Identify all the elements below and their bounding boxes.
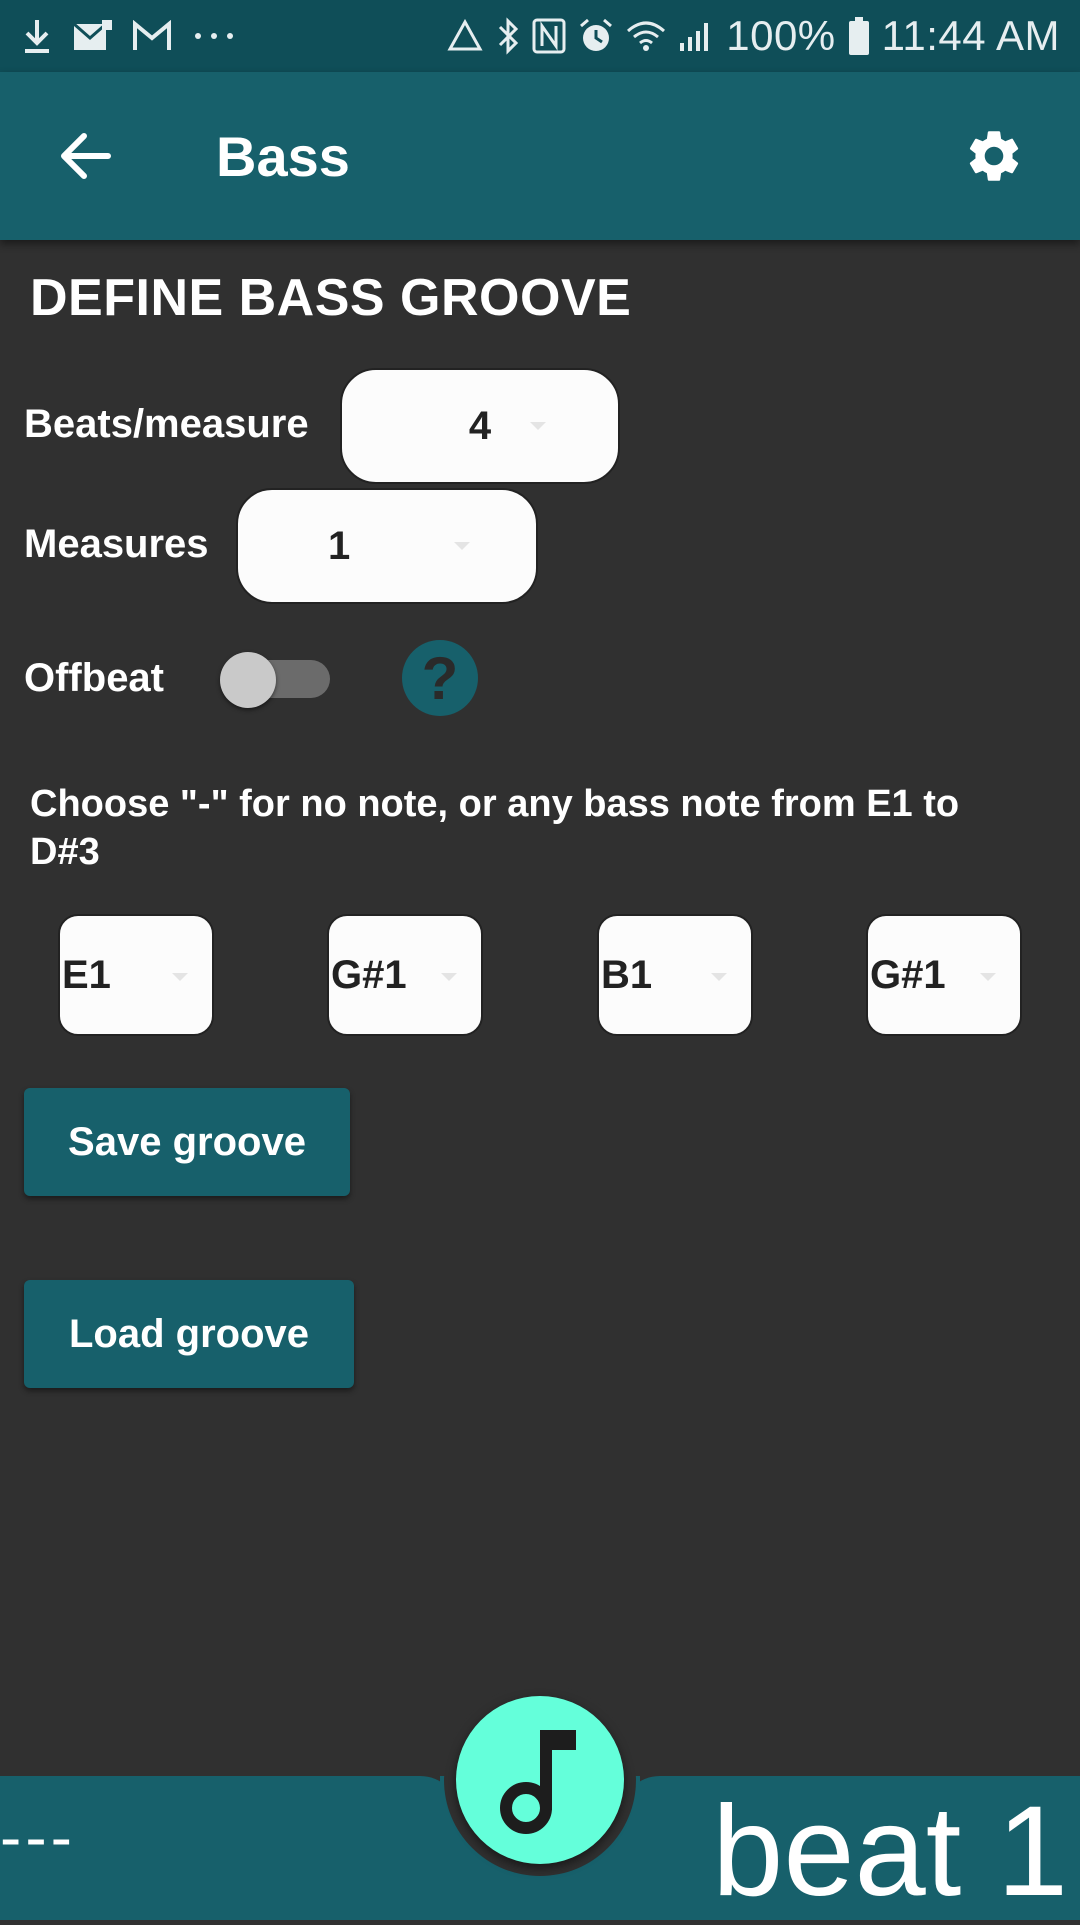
toggle-thumb xyxy=(220,652,276,708)
bluetooth-icon xyxy=(496,17,520,55)
beats-select[interactable]: 4 xyxy=(340,368,620,484)
gmail-icon xyxy=(132,20,172,52)
nfc-icon xyxy=(532,18,566,54)
more-dots-icon xyxy=(192,30,236,42)
note-select-3[interactable]: B1 xyxy=(597,914,753,1036)
beats-label: Beats/measure xyxy=(24,402,309,446)
note-value: G#1 xyxy=(870,952,946,997)
bottom-status-left: --- xyxy=(0,1801,76,1873)
gear-icon xyxy=(969,131,1019,181)
battery-percent: 100% xyxy=(726,12,836,59)
beats-value: 4 xyxy=(468,403,492,448)
measures-label: Measures xyxy=(24,522,209,566)
note-select-1[interactable]: E1 xyxy=(58,914,214,1036)
recycle-icon xyxy=(446,19,484,53)
page-title: Bass xyxy=(216,125,350,188)
note-value: E1 xyxy=(62,952,111,997)
wifi-icon xyxy=(626,19,666,53)
section-title: DEFINE BASS GROOVE xyxy=(30,269,632,327)
offbeat-toggle[interactable] xyxy=(220,652,332,708)
chevron-down-icon xyxy=(711,973,727,981)
load-groove-button[interactable]: Load groove xyxy=(24,1280,354,1388)
question-icon: ? xyxy=(421,644,459,712)
mail-icon xyxy=(72,20,112,52)
alarm-icon xyxy=(578,18,614,54)
note-select-4[interactable]: G#1 xyxy=(866,914,1022,1036)
note-select-2[interactable]: G#1 xyxy=(327,914,483,1036)
instructions-text: Choose "-" for no note, or any bass note… xyxy=(30,783,960,873)
note-value: G#1 xyxy=(331,952,407,997)
signal-icon xyxy=(678,19,714,53)
chevron-down-icon xyxy=(980,973,996,981)
chevron-down-icon xyxy=(172,973,188,981)
beat-counter: beat 1 xyxy=(712,1780,1068,1923)
clock: 11:44 AM xyxy=(881,12,1060,59)
note-value: B1 xyxy=(601,952,653,997)
offbeat-label: Offbeat xyxy=(24,656,164,700)
arrow-back-icon xyxy=(61,133,111,179)
download-icon xyxy=(22,18,52,54)
measures-value: 1 xyxy=(328,523,351,568)
chevron-down-icon xyxy=(530,422,546,430)
chevron-down-icon xyxy=(454,542,470,550)
save-groove-button[interactable]: Save groove xyxy=(24,1088,350,1196)
app-bar: Bass xyxy=(0,72,1080,240)
chevron-down-icon xyxy=(441,973,457,981)
play-fab-button[interactable] xyxy=(456,1696,624,1864)
status-bar-system: 100% 11:44 AM xyxy=(446,12,1060,60)
status-bar: 100% 11:44 AM xyxy=(0,0,1080,72)
measures-select[interactable]: 1 xyxy=(236,488,538,604)
help-button[interactable]: ? xyxy=(402,640,478,716)
battery-icon xyxy=(848,17,870,55)
status-bar-notifications xyxy=(22,12,236,60)
settings-button[interactable] xyxy=(960,122,1028,190)
music-note-icon xyxy=(500,1730,576,1834)
back-button[interactable] xyxy=(52,122,120,190)
